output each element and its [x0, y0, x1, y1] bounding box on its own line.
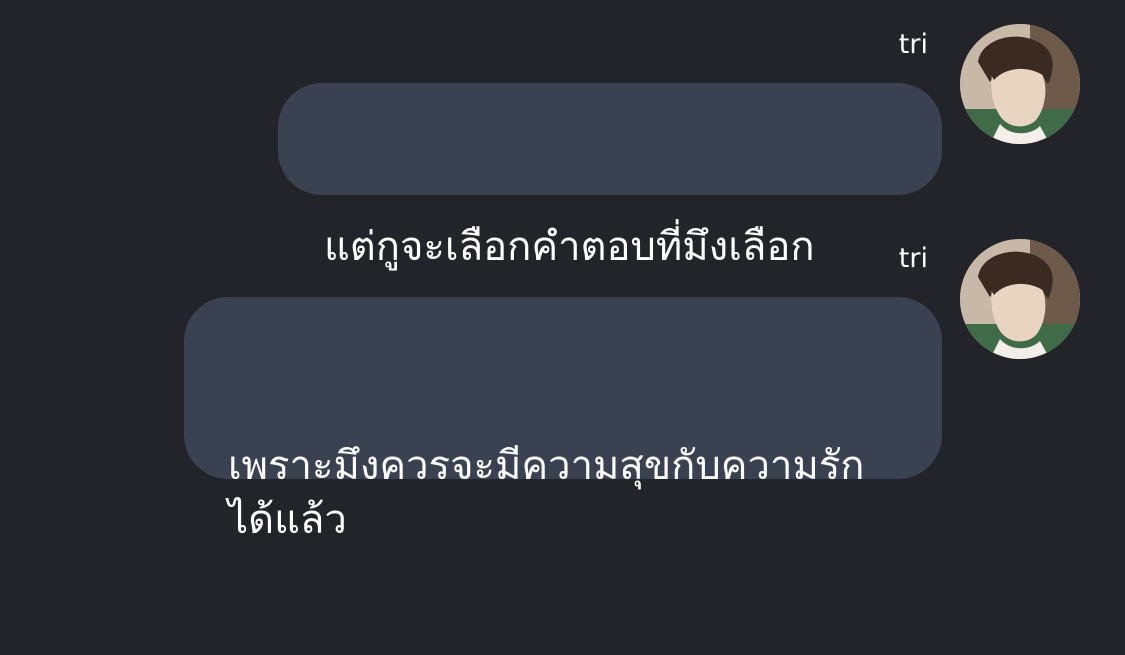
- chat-message-2: tri เพราะมึงควรจะมีความสุขกับความรักได้แ…: [0, 0, 1125, 543]
- avatar-photo-icon: [960, 239, 1080, 359]
- profile-photo-avatar[interactable]: [960, 239, 1080, 359]
- sender-name: tri: [898, 243, 928, 274]
- message-text: เพราะมึงควรจะมีความสุขกับความรักได้แล้ว: [228, 443, 865, 543]
- message-bubble[interactable]: เพราะมึงควรจะมีความสุขกับความรักได้แล้ว: [184, 297, 942, 543]
